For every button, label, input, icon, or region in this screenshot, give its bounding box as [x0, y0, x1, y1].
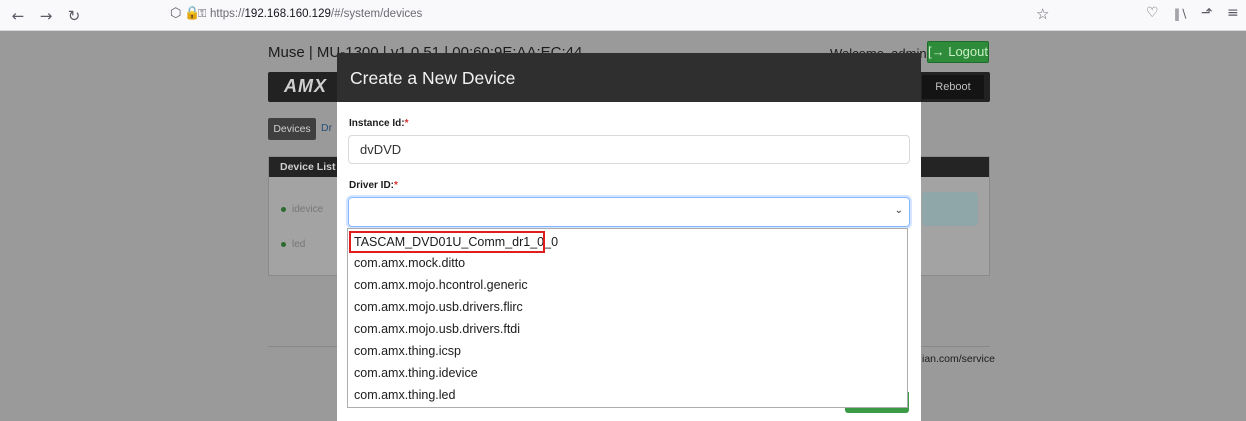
- browser-toolbar: ← → ↻ ⬡ 🔒 ⚿ https://192.168.160.129/#/sy…: [0, 0, 1246, 31]
- driver-id-label: Driver ID:*: [349, 180, 398, 191]
- driver-option[interactable]: com.amx.mojo.hcontrol.generic: [348, 275, 907, 295]
- driver-option[interactable]: TASCAM_DVD01U_Comm_dr1_0_0: [349, 231, 558, 253]
- status-dot-icon: [281, 206, 286, 212]
- menu-icon[interactable]: ≡: [1227, 5, 1239, 21]
- tab-devices[interactable]: Devices: [268, 118, 316, 140]
- driver-option[interactable]: com.amx.mojo.usb.drivers.ftdi: [348, 319, 907, 339]
- library-icon[interactable]: ‖∖: [1174, 7, 1188, 21]
- url-text[interactable]: https://192.168.160.129/#/system/devices: [210, 8, 422, 20]
- reload-icon[interactable]: ↻: [64, 6, 84, 26]
- star-icon[interactable]: ☆: [1036, 5, 1049, 23]
- pocket-icon[interactable]: ♡: [1146, 5, 1159, 21]
- extensions-icon[interactable]: ⬏: [1201, 5, 1213, 21]
- status-dot-icon: [281, 241, 286, 247]
- list-item[interactable]: idevice: [281, 204, 339, 215]
- url-bar[interactable]: ⬡ 🔒 ⚿ https://192.168.160.129/#/system/d…: [168, 4, 1058, 27]
- forward-icon[interactable]: →: [36, 6, 56, 26]
- amx-logo: AMX: [284, 76, 327, 96]
- back-icon[interactable]: ←: [8, 6, 28, 26]
- reboot-button[interactable]: Reboot: [922, 75, 984, 99]
- driver-option[interactable]: com.amx.thing.icsp: [348, 341, 907, 361]
- info-box: [922, 192, 978, 226]
- modal-header: Create a New Device: [337, 53, 921, 102]
- logout-button[interactable]: [→ Logout: [927, 41, 989, 63]
- service-link[interactable]: ian.com/service: [922, 353, 995, 365]
- driver-option[interactable]: com.amx.mock.ditto: [348, 253, 907, 273]
- modal-title: Create a New Device: [350, 68, 516, 88]
- driver-option[interactable]: com.amx.mojo.usb.drivers.flirc: [348, 297, 907, 317]
- instance-id-label: Instance Id:*: [349, 118, 409, 129]
- driver-id-select[interactable]: ⌄: [348, 197, 910, 227]
- driver-option[interactable]: com.amx.thing.idevice: [348, 363, 907, 383]
- instance-id-input[interactable]: dvDVD: [348, 135, 910, 164]
- shield-icon[interactable]: ⬡: [170, 6, 181, 21]
- chevron-down-icon: ⌄: [894, 205, 903, 216]
- driver-option[interactable]: com.amx.thing.led: [348, 385, 907, 405]
- list-item[interactable]: led: [281, 239, 339, 250]
- key-icon[interactable]: ⚿: [198, 7, 206, 21]
- driver-options-list: TASCAM_DVD01U_Comm_dr1_0_0 com.amx.mock.…: [347, 228, 908, 408]
- tab-drivers[interactable]: Dr: [321, 122, 332, 134]
